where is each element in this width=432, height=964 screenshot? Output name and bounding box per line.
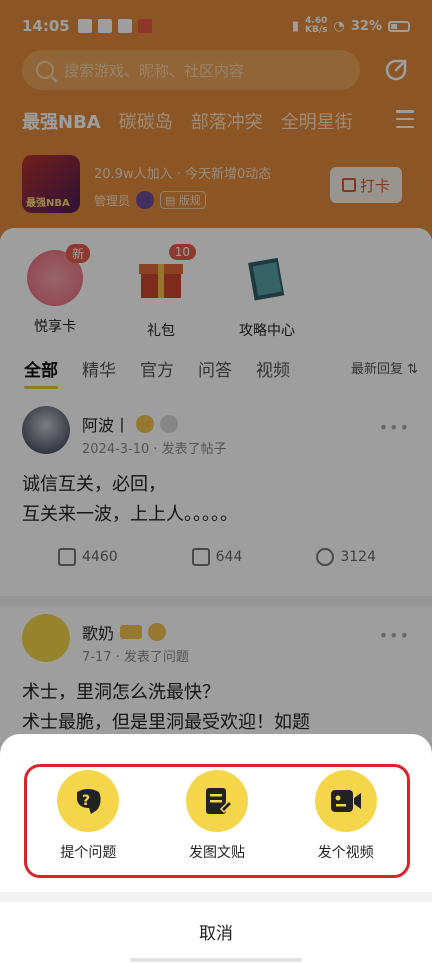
write-post-button[interactable]: 发图文贴	[167, 770, 267, 862]
video-camera-icon	[330, 790, 361, 812]
ask-question-icon: ?	[77, 789, 101, 814]
svg-text:?: ?	[82, 793, 90, 809]
divider	[0, 892, 432, 902]
post-video-button[interactable]: 发个视频	[296, 770, 396, 862]
home-indicator	[130, 958, 302, 962]
ask-question-button[interactable]: ? 提个问题	[38, 770, 138, 862]
post-type-options: ? 提个问题 发图文贴 发个视频	[24, 770, 410, 862]
cancel-button[interactable]: 取消	[0, 902, 432, 960]
post-type-sheet: ? 提个问题 发图文贴 发个视频 取消	[0, 734, 432, 964]
write-post-icon	[205, 788, 233, 814]
